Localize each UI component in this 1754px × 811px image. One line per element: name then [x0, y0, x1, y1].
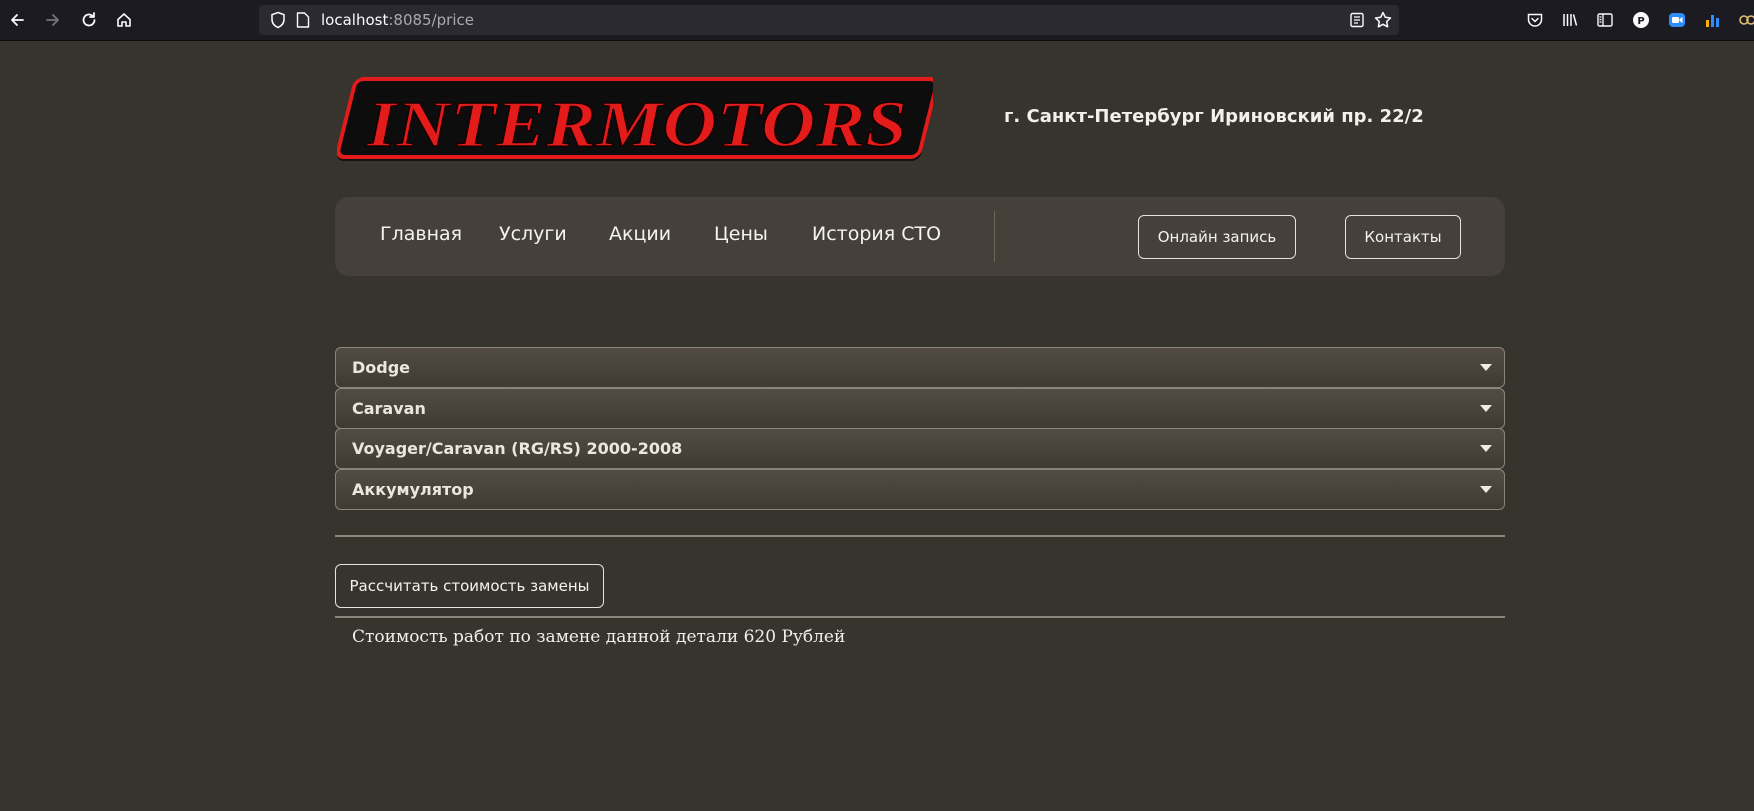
main-nav: Главная Услуги Акции Цены История СТО Он…: [335, 197, 1505, 276]
nav-divider: [994, 211, 995, 262]
chevron-down-icon: [1480, 445, 1492, 452]
pocket-icon[interactable]: [1524, 9, 1546, 31]
page-icon: [296, 12, 310, 28]
nav-link-prices[interactable]: Цены: [714, 223, 768, 245]
online-booking-button[interactable]: Онлайн запись: [1138, 215, 1296, 259]
contacts-button[interactable]: Контакты: [1345, 215, 1461, 259]
generation-select-value: Voyager/Caravan (RG/RS) 2000-2008: [352, 439, 683, 458]
reload-icon[interactable]: [76, 7, 102, 33]
divider: [335, 535, 1505, 537]
model-select-value: Caravan: [352, 399, 426, 418]
chevron-down-icon: [1480, 364, 1492, 371]
stats-extension-icon[interactable]: [1702, 9, 1724, 31]
result-text: Стоимость работ по замене данной детали …: [352, 627, 846, 647]
library-icon[interactable]: [1559, 9, 1581, 31]
browser-toolbar: localhost:8085/price P: [0, 0, 1754, 41]
generation-select[interactable]: Voyager/Caravan (RG/RS) 2000-2008: [335, 428, 1505, 469]
nav-link-services[interactable]: Услуги: [499, 223, 567, 245]
nav-link-history[interactable]: История СТО: [812, 223, 941, 245]
part-select-value: Аккумулятор: [352, 480, 474, 499]
reader-view-icon[interactable]: [1349, 12, 1365, 28]
url-text[interactable]: localhost:8085/price: [321, 11, 474, 29]
calculate-cost-button[interactable]: Рассчитать стоимость замены: [335, 564, 604, 608]
nav-link-home[interactable]: Главная: [380, 223, 462, 245]
back-icon[interactable]: [4, 7, 30, 33]
model-select[interactable]: Caravan: [335, 388, 1505, 429]
zoom-extension-icon[interactable]: [1666, 9, 1688, 31]
intermotors-logo[interactable]: INTERMOTORS: [336, 75, 939, 167]
brand-select-value: Dodge: [352, 358, 411, 377]
extension-icon[interactable]: [1736, 9, 1754, 31]
address-text: г. Санкт-Петербург Ириновский пр. 22/2: [1004, 106, 1424, 127]
forward-icon[interactable]: [40, 7, 66, 33]
url-host: localhost: [321, 11, 389, 29]
part-select[interactable]: Аккумулятор: [335, 469, 1505, 510]
url-bar[interactable]: localhost:8085/price: [259, 5, 1399, 35]
shield-icon[interactable]: [269, 11, 287, 29]
svg-text:P: P: [1637, 16, 1644, 27]
home-icon[interactable]: [111, 7, 137, 33]
logo-text: INTERMOTORS: [366, 88, 907, 161]
chevron-down-icon: [1480, 405, 1492, 412]
bookmark-star-icon[interactable]: [1373, 10, 1393, 30]
divider: [335, 616, 1505, 618]
sidebar-icon[interactable]: [1594, 9, 1616, 31]
nav-link-promotions[interactable]: Акции: [609, 223, 671, 245]
brand-select[interactable]: Dodge: [335, 347, 1505, 388]
url-path: :8085/price: [388, 11, 474, 29]
profile-icon[interactable]: P: [1630, 9, 1652, 31]
chevron-down-icon: [1480, 486, 1492, 493]
